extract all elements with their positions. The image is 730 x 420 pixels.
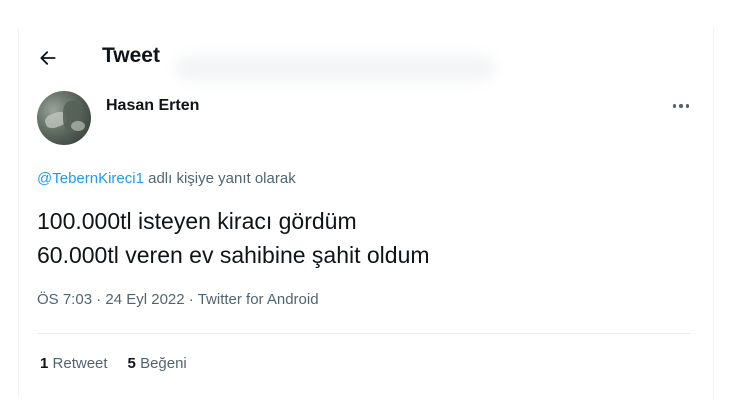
tweet-text: 100.000tl isteyen kiracı gördüm 60.000tl… <box>37 204 430 272</box>
tweet-date[interactable]: 24 Eyl 2022 <box>105 291 184 308</box>
divider <box>37 333 691 334</box>
tweet-stats: 1 Retweet 5 Beğeni <box>40 355 187 372</box>
likes-count: 5 <box>127 355 136 372</box>
more-horizontal-icon <box>672 104 677 108</box>
avatar[interactable] <box>37 91 91 145</box>
likes-label: Beğeni <box>140 355 187 372</box>
blurred-header-area <box>175 55 495 81</box>
retweets-stat[interactable]: 1 Retweet <box>40 355 108 372</box>
retweets-count: 1 <box>40 355 49 372</box>
reply-context-text: adlı kişiye yanıt olarak <box>143 170 296 187</box>
tweet-metadata: ÖS 7:03 · 24 Eyl 2022 · Twitter for Andr… <box>37 291 319 308</box>
retweets-label: Retweet <box>52 355 108 372</box>
author-name[interactable]: Hasan Erten <box>106 97 199 115</box>
tweet-source[interactable]: Twitter for Android <box>198 291 319 308</box>
tweet-text-line: 60.000tl veren ev sahibine şahit oldum <box>37 242 430 268</box>
more-options-button[interactable] <box>668 96 694 116</box>
tweet-time[interactable]: ÖS 7:03 <box>37 291 92 308</box>
meta-separator: · <box>184 291 198 308</box>
arrow-left-icon <box>40 51 56 65</box>
reply-mention-link[interactable]: @TebernKireci1 <box>37 170 144 187</box>
back-button[interactable] <box>34 44 62 72</box>
meta-separator: · <box>92 291 106 308</box>
likes-stat[interactable]: 5 Beğeni <box>128 355 187 372</box>
reply-context: @TebernKireci1 adlı kişiye yanıt olarak <box>37 170 296 187</box>
page-title: Tweet <box>102 44 160 67</box>
tweet-text-line: 100.000tl isteyen kiracı gördüm <box>37 208 357 234</box>
